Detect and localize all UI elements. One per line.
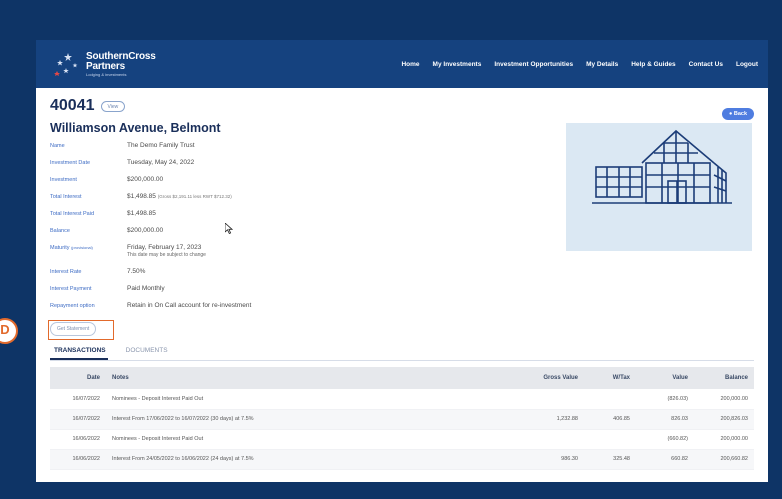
detail-value: $200,000.00 bbox=[127, 176, 164, 183]
detail-value: $1,498.85 bbox=[127, 193, 156, 200]
detail-label: Total Interest Paid bbox=[50, 211, 95, 217]
investment-number: 40041 bbox=[50, 97, 95, 114]
brand-logo[interactable]: SouthernCross Partners Lodging & investm… bbox=[54, 50, 156, 77]
column-header-notes[interactable]: Notes bbox=[106, 367, 516, 389]
table-row[interactable]: 16/06/2022 Nominees - Deposit Interest P… bbox=[50, 429, 754, 450]
detail-value: 7.50% bbox=[127, 268, 146, 275]
cell-gross bbox=[516, 389, 584, 410]
brand-tagline: Lodging & investments bbox=[86, 71, 127, 77]
detail-investment-date: Investment Date Tuesday, May 24, 2022 bbox=[50, 157, 380, 174]
detail-maturity: Maturity (provisional) Friday, February … bbox=[50, 242, 380, 266]
cell-wtax bbox=[584, 429, 636, 450]
cell-date: 16/06/2022 bbox=[50, 429, 106, 450]
table-row[interactable]: 16/06/2022 Interest From 24/05/2022 to 1… bbox=[50, 449, 754, 470]
column-header-date[interactable]: Date bbox=[50, 367, 106, 389]
cell-notes: Interest From 17/06/2022 to 16/07/2022 (… bbox=[106, 409, 516, 430]
nav-investment-opportunities[interactable]: Investment Opportunities bbox=[494, 61, 573, 68]
nav-my-details[interactable]: My Details bbox=[586, 61, 618, 68]
detail-investment: Investment $200,000.00 bbox=[50, 174, 380, 191]
detail-label: Balance bbox=[50, 228, 70, 234]
detail-total-interest-paid: Total Interest Paid $1,498.85 bbox=[50, 208, 380, 225]
detail-balance: Balance $200,000.00 bbox=[50, 225, 380, 242]
statement-highlight-box bbox=[48, 320, 114, 340]
nav-help-guides[interactable]: Help & Guides bbox=[631, 61, 675, 68]
detail-value: $200,000.00 bbox=[127, 227, 164, 234]
property-illustration bbox=[566, 123, 752, 251]
cell-value: (660.82) bbox=[636, 429, 694, 450]
detail-label: Investment Date bbox=[50, 160, 91, 166]
detail-value-note: (Gross $2,191.11 less RWT $712.32) bbox=[157, 194, 232, 199]
nav-my-investments[interactable]: My Investments bbox=[433, 61, 482, 68]
detail-value: $1,498.85 bbox=[127, 210, 156, 217]
nav-logout[interactable]: Logout bbox=[736, 61, 758, 68]
detail-value: Retain in On Call account for re-investm… bbox=[127, 302, 252, 309]
cell-gross: 1,232.88 bbox=[516, 409, 584, 430]
southern-cross-stars-icon bbox=[54, 53, 78, 76]
detail-value: Paid Monthly bbox=[127, 285, 165, 292]
cell-balance: 200,000.00 bbox=[694, 429, 754, 450]
cell-wtax: 406.85 bbox=[584, 409, 636, 430]
detail-label: Total Interest bbox=[50, 194, 82, 200]
detail-label: Interest Rate bbox=[50, 269, 82, 275]
transactions-table: Date Notes Gross Value W/Tax Value Balan… bbox=[50, 367, 754, 470]
column-header-value[interactable]: Value bbox=[636, 367, 694, 389]
tab-bar: TRANSACTIONS DOCUMENTS bbox=[50, 345, 754, 361]
title-row: 40041 View bbox=[50, 97, 754, 115]
detail-value: The Demo Family Trust bbox=[127, 142, 195, 149]
detail-label-note: (provisional) bbox=[71, 245, 93, 250]
detail-label: Name bbox=[50, 143, 65, 149]
back-button[interactable]: ● Back bbox=[722, 108, 754, 120]
tab-transactions[interactable]: TRANSACTIONS bbox=[50, 345, 108, 360]
cell-notes: Nominees - Deposit Interest Paid Out bbox=[106, 389, 516, 410]
tab-documents[interactable]: DOCUMENTS bbox=[122, 345, 170, 360]
nav-links: Home My Investments Investment Opportuni… bbox=[401, 61, 758, 68]
detail-value: Tuesday, May 24, 2022 bbox=[127, 159, 195, 166]
cell-gross bbox=[516, 429, 584, 450]
building-greenhouse-icon bbox=[592, 129, 732, 204]
cell-notes: Nominees - Deposit Interest Paid Out bbox=[106, 429, 516, 450]
detail-label: Interest Payment bbox=[50, 286, 92, 292]
cell-date: 16/07/2022 bbox=[50, 409, 106, 430]
cell-wtax bbox=[584, 389, 636, 410]
brand-name: SouthernCross bbox=[86, 50, 156, 62]
cell-balance: 200,000.00 bbox=[694, 389, 754, 410]
top-nav-bar: SouthernCross Partners Lodging & investm… bbox=[36, 40, 768, 88]
nav-home[interactable]: Home bbox=[401, 61, 419, 68]
detail-total-interest: Total Interest $1,498.85 (Gross $2,191.1… bbox=[50, 191, 380, 208]
nav-contact-us[interactable]: Contact Us bbox=[689, 61, 723, 68]
detail-repayment-option: Repayment option Retain in On Call accou… bbox=[50, 300, 380, 317]
cell-value: 660.82 bbox=[636, 449, 694, 470]
cell-wtax: 325.48 bbox=[584, 449, 636, 470]
investment-details: Name The Demo Family Trust Investment Da… bbox=[50, 140, 380, 317]
table-row[interactable]: 16/07/2022 Interest From 17/06/2022 to 1… bbox=[50, 409, 754, 430]
table-header-row: Date Notes Gross Value W/Tax Value Balan… bbox=[50, 367, 754, 389]
step-callout-badge: D bbox=[0, 318, 18, 344]
detail-label: Maturity bbox=[50, 245, 70, 251]
detail-value-note: This date may be subject to change bbox=[127, 252, 206, 258]
detail-name: Name The Demo Family Trust bbox=[50, 140, 380, 157]
column-header-balance[interactable]: Balance bbox=[694, 367, 754, 389]
cell-date: 16/06/2022 bbox=[50, 449, 106, 470]
table-row[interactable]: 16/07/2022 Nominees - Deposit Interest P… bbox=[50, 389, 754, 410]
detail-value: Friday, February 17, 2023 bbox=[127, 244, 202, 251]
cell-notes: Interest From 24/05/2022 to 16/06/2022 (… bbox=[106, 449, 516, 470]
detail-label: Repayment option bbox=[50, 303, 95, 309]
cell-balance: 200,826.03 bbox=[694, 409, 754, 430]
cell-value: (826.03) bbox=[636, 389, 694, 410]
cell-gross: 986.30 bbox=[516, 449, 584, 470]
view-pill-button[interactable]: View bbox=[100, 100, 126, 112]
detail-interest-payment: Interest Payment Paid Monthly bbox=[50, 283, 380, 300]
cell-balance: 200,660.82 bbox=[694, 449, 754, 470]
cell-value: 826.03 bbox=[636, 409, 694, 430]
column-header-gross-value[interactable]: Gross Value bbox=[516, 367, 584, 389]
cell-date: 16/07/2022 bbox=[50, 389, 106, 410]
mouse-cursor-icon bbox=[225, 223, 233, 234]
column-header-wtax[interactable]: W/Tax bbox=[584, 367, 636, 389]
detail-label: Investment bbox=[50, 177, 77, 183]
detail-interest-rate: Interest Rate 7.50% bbox=[50, 266, 380, 283]
app-window: SouthernCross Partners Lodging & investm… bbox=[36, 40, 768, 482]
brand-name-second: Partners bbox=[86, 60, 125, 72]
